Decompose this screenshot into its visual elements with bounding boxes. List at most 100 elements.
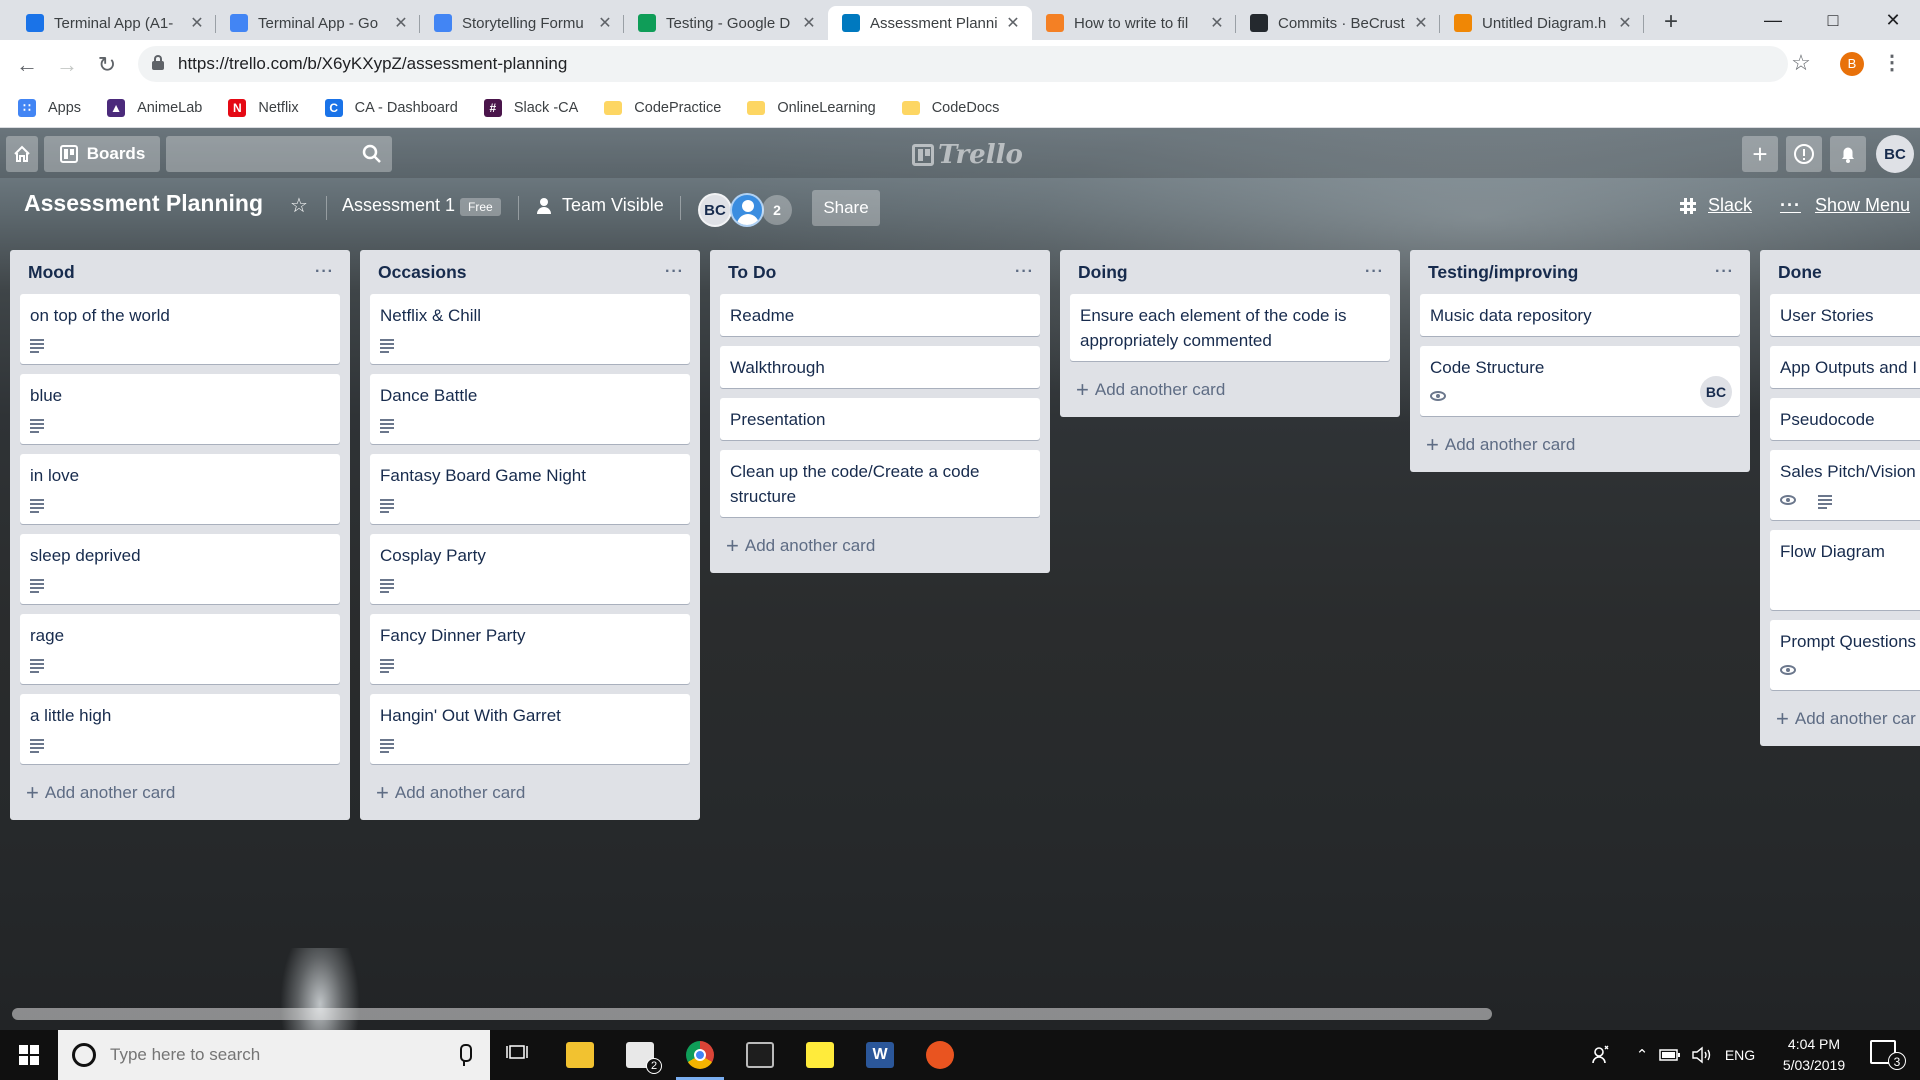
browser-tab[interactable]: Storytelling Formu ✕ — [420, 6, 624, 40]
tab-close-icon[interactable]: ✕ — [1208, 13, 1226, 33]
chrome-menu-icon[interactable]: ⋮ — [1882, 50, 1902, 75]
show-hidden-icons-chevron-up-icon[interactable]: ⌃ — [1630, 1030, 1654, 1080]
card[interactable]: Walkthrough — [720, 346, 1040, 388]
people-icon[interactable] — [1584, 1030, 1618, 1080]
card[interactable]: Ensure each element of the code is appro… — [1070, 294, 1390, 361]
card-member-avatar[interactable]: BC — [1700, 376, 1732, 408]
back-button[interactable]: ← — [12, 50, 42, 80]
maximize-button[interactable]: □ — [1810, 4, 1856, 36]
list-header[interactable]: Mood ··· — [20, 250, 340, 294]
list-header[interactable]: Done··· — [1770, 250, 1920, 294]
card[interactable]: rage — [20, 614, 340, 684]
taskbar-app-mail[interactable]: 2 — [610, 1030, 670, 1080]
list-title[interactable]: Mood — [28, 262, 75, 283]
list-doing[interactable]: Doing ··· Ensure each element of the code … — [1060, 250, 1400, 417]
list-menu-icon[interactable]: ··· — [665, 263, 684, 281]
member-count-badge[interactable]: 2 — [762, 195, 792, 225]
team-name[interactable]: Assessment 1 — [342, 195, 455, 216]
show-menu-button[interactable]: ··· Show Menu — [1780, 195, 1910, 216]
card[interactable]: Fancy Dinner Party — [370, 614, 690, 684]
add-card-button[interactable]: + Add another card — [720, 527, 1040, 565]
reload-button[interactable]: ↻ — [92, 50, 122, 80]
list-menu-icon[interactable]: ··· — [315, 263, 334, 281]
bookmark-item[interactable]: OnlineLearning — [747, 100, 876, 116]
profile-avatar[interactable]: B — [1840, 52, 1864, 76]
browser-tab[interactable]: How to write to fil ✕ — [1032, 6, 1236, 40]
add-card-button[interactable]: + Add another card — [20, 774, 340, 812]
list-menu-icon[interactable]: ··· — [1365, 263, 1384, 281]
card[interactable]: Fantasy Board Game Night — [370, 454, 690, 524]
taskbar-app-terminal[interactable] — [730, 1030, 790, 1080]
home-button[interactable] — [6, 136, 38, 172]
scrollbar-thumb[interactable] — [12, 1008, 1492, 1020]
bookmark-item[interactable]: ▲ AnimeLab — [107, 98, 202, 117]
add-card-button[interactable]: + Add another card — [1070, 371, 1390, 409]
tab-close-icon[interactable]: ✕ — [1616, 13, 1634, 33]
taskbar-app-task-view[interactable] — [490, 1030, 550, 1080]
notifications-button[interactable] — [1830, 136, 1866, 172]
horizontal-scrollbar[interactable] — [12, 1008, 1492, 1020]
taskbar-search-input[interactable] — [110, 1045, 458, 1065]
visibility-button[interactable]: Team Visible — [536, 195, 664, 216]
new-tab-button[interactable]: + — [1656, 8, 1686, 38]
bookmark-star-icon[interactable]: ☆ — [1786, 50, 1816, 76]
start-button[interactable] — [0, 1030, 58, 1080]
tab-close-icon[interactable]: ✕ — [800, 13, 818, 33]
battery-icon[interactable] — [1656, 1030, 1684, 1080]
add-card-button[interactable]: + Add another card — [370, 774, 690, 812]
card[interactable]: in love — [20, 454, 340, 524]
card[interactable]: Dance Battle — [370, 374, 690, 444]
tab-close-icon[interactable]: ✕ — [188, 13, 206, 33]
info-button[interactable] — [1786, 136, 1822, 172]
bookmark-item[interactable]: CodeDocs — [901, 100, 999, 116]
add-card-button[interactable]: + Add another car — [1770, 700, 1920, 738]
bookmark-item[interactable]: CodePractice — [604, 100, 721, 116]
card[interactable]: blue — [20, 374, 340, 444]
card[interactable]: Clean up the code/Create a code structur… — [720, 450, 1040, 517]
card[interactable]: sleep deprived — [20, 534, 340, 604]
taskbar-app-word[interactable]: W — [850, 1030, 910, 1080]
card[interactable]: App Outputs and I — [1770, 346, 1920, 388]
card[interactable]: Code Structure BC — [1420, 346, 1740, 416]
taskbar-app-ubuntu[interactable] — [910, 1030, 970, 1080]
taskbar-app-chrome[interactable] — [670, 1030, 730, 1080]
list-header[interactable]: To Do ··· — [720, 250, 1040, 294]
list-menu-icon[interactable]: ··· — [1715, 263, 1734, 281]
tab-close-icon[interactable]: ✕ — [1004, 13, 1022, 33]
input-language[interactable]: ENG — [1722, 1030, 1758, 1080]
card[interactable]: Readme — [720, 294, 1040, 336]
bookmark-item[interactable]: # Slack -CA — [483, 98, 578, 117]
card[interactable]: Music data repository — [1420, 294, 1740, 336]
list-title[interactable]: Testing/improving — [1428, 262, 1578, 283]
search-input[interactable] — [174, 142, 344, 166]
list-to-do[interactable]: To Do ··· Readme Walkthrough Presentation Cle… — [710, 250, 1050, 573]
card[interactable]: Netflix & Chill — [370, 294, 690, 364]
browser-tab[interactable]: Terminal App - Go ✕ — [216, 6, 420, 40]
card[interactable]: Pseudocode — [1770, 398, 1920, 440]
member-avatar-bc[interactable]: BC — [698, 193, 732, 227]
cortana-icon[interactable] — [72, 1043, 96, 1067]
trello-logo[interactable]: Trello — [912, 140, 1023, 170]
volume-icon[interactable] — [1688, 1030, 1716, 1080]
tab-close-icon[interactable]: ✕ — [392, 13, 410, 33]
list-title[interactable]: To Do — [728, 262, 776, 283]
microphone-icon[interactable] — [458, 1044, 472, 1066]
list-testing-improving[interactable]: Testing/improving ··· Music data repositor… — [1410, 250, 1750, 472]
browser-tab[interactable]: Commits · BeCrust ✕ — [1236, 6, 1440, 40]
tab-close-icon[interactable]: ✕ — [596, 13, 614, 33]
search-icon[interactable] — [362, 144, 382, 164]
card[interactable]: a little high — [20, 694, 340, 764]
close-window-button[interactable]: ✕ — [1870, 4, 1916, 36]
system-clock[interactable]: 4:04 PM 5/03/2019 — [1764, 1034, 1864, 1076]
list-menu-icon[interactable]: ··· — [1015, 263, 1034, 281]
tab-close-icon[interactable]: ✕ — [1412, 13, 1430, 33]
browser-tab[interactable]: Assessment Planni ✕ — [828, 6, 1032, 40]
browser-tab[interactable]: Terminal App (A1- ✕ — [12, 6, 216, 40]
taskbar-search[interactable] — [58, 1030, 490, 1080]
card[interactable]: Flow Diagram — [1770, 530, 1920, 610]
share-button[interactable]: Share — [812, 190, 880, 226]
bookmark-item[interactable]: ∷ Apps — [18, 98, 81, 117]
member-avatar-user-icon[interactable] — [730, 193, 764, 227]
taskbar-app-sticky-notes[interactable] — [790, 1030, 850, 1080]
list-title[interactable]: Occasions — [378, 262, 467, 283]
